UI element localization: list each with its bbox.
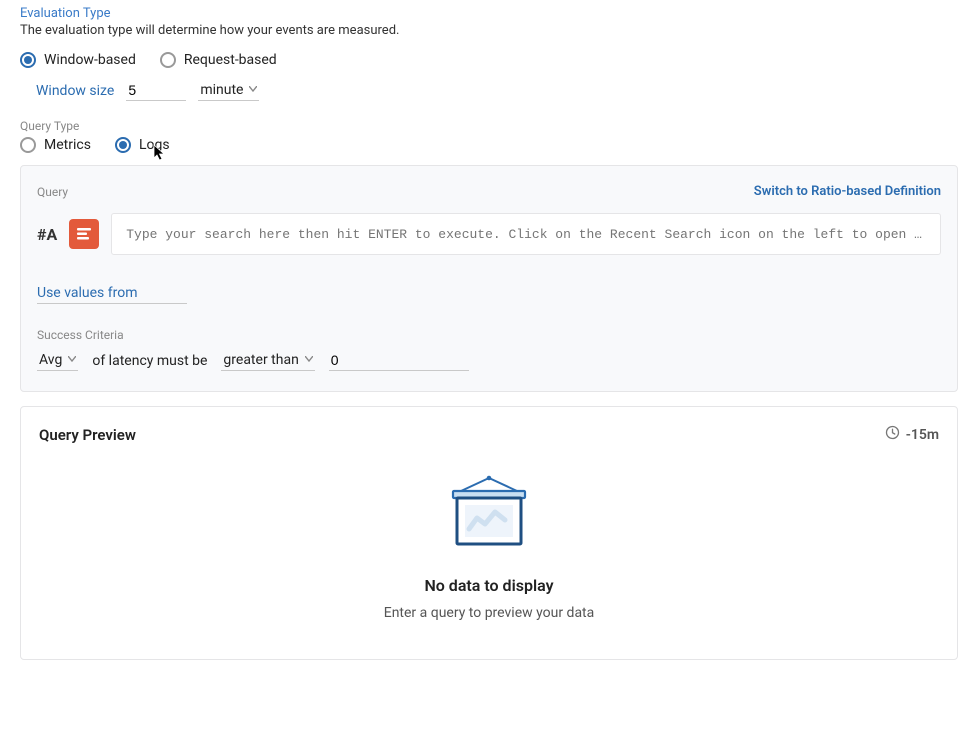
aggregation-select[interactable]: Avg [37, 350, 78, 371]
radio-window-based[interactable]: Window-based [20, 52, 136, 68]
aggregation-value: Avg [39, 352, 62, 368]
window-size-label: Window size [36, 83, 114, 101]
comparator-value: greater than [223, 352, 298, 368]
empty-chart-icon [447, 474, 531, 554]
empty-state-title: No data to display [424, 576, 553, 595]
query-panel: Query Switch to Ratio-based Definition #… [20, 165, 958, 392]
success-criteria-label: Success Criteria [37, 328, 941, 342]
evaluation-type-label: Evaluation Type [20, 6, 958, 21]
use-values-from-select[interactable]: Use values from [37, 283, 187, 304]
comparator-select[interactable]: greater than [221, 350, 314, 371]
time-range-selector[interactable]: -15m [885, 425, 939, 444]
window-unit-value: minute [200, 82, 243, 98]
radio-label: Metrics [44, 137, 91, 153]
radio-label: Request-based [184, 52, 277, 68]
window-size-input[interactable] [126, 80, 186, 101]
radio-logs[interactable]: Logs [115, 137, 170, 153]
radio-label: Logs [139, 137, 170, 153]
switch-ratio-link[interactable]: Switch to Ratio-based Definition [754, 184, 941, 199]
evaluation-type-desc: The evaluation type will determine how y… [20, 23, 958, 38]
radio-icon [20, 137, 36, 153]
window-unit-select[interactable]: minute [198, 80, 259, 101]
radio-label: Window-based [44, 52, 136, 68]
query-type-label: Query Type [20, 119, 958, 133]
radio-icon [115, 137, 131, 153]
criteria-middle-text: of latency must be [92, 353, 207, 371]
chevron-down-icon [68, 356, 76, 364]
query-search-input[interactable] [111, 213, 941, 255]
radio-icon [160, 52, 176, 68]
query-preview-panel: Query Preview -15m No data to dis [20, 406, 958, 660]
query-id-badge: #A [37, 225, 57, 244]
clock-icon [885, 425, 900, 444]
recent-search-icon[interactable] [69, 219, 99, 249]
query-preview-title: Query Preview [39, 426, 136, 444]
query-section-label: Query [37, 185, 68, 199]
empty-state-subtitle: Enter a query to preview your data [384, 605, 595, 621]
radio-request-based[interactable]: Request-based [160, 52, 277, 68]
chevron-down-icon [305, 356, 313, 364]
time-range-value: -15m [906, 427, 939, 443]
threshold-input[interactable] [329, 350, 469, 371]
chevron-down-icon [249, 86, 257, 94]
radio-metrics[interactable]: Metrics [20, 137, 91, 153]
radio-icon [20, 52, 36, 68]
